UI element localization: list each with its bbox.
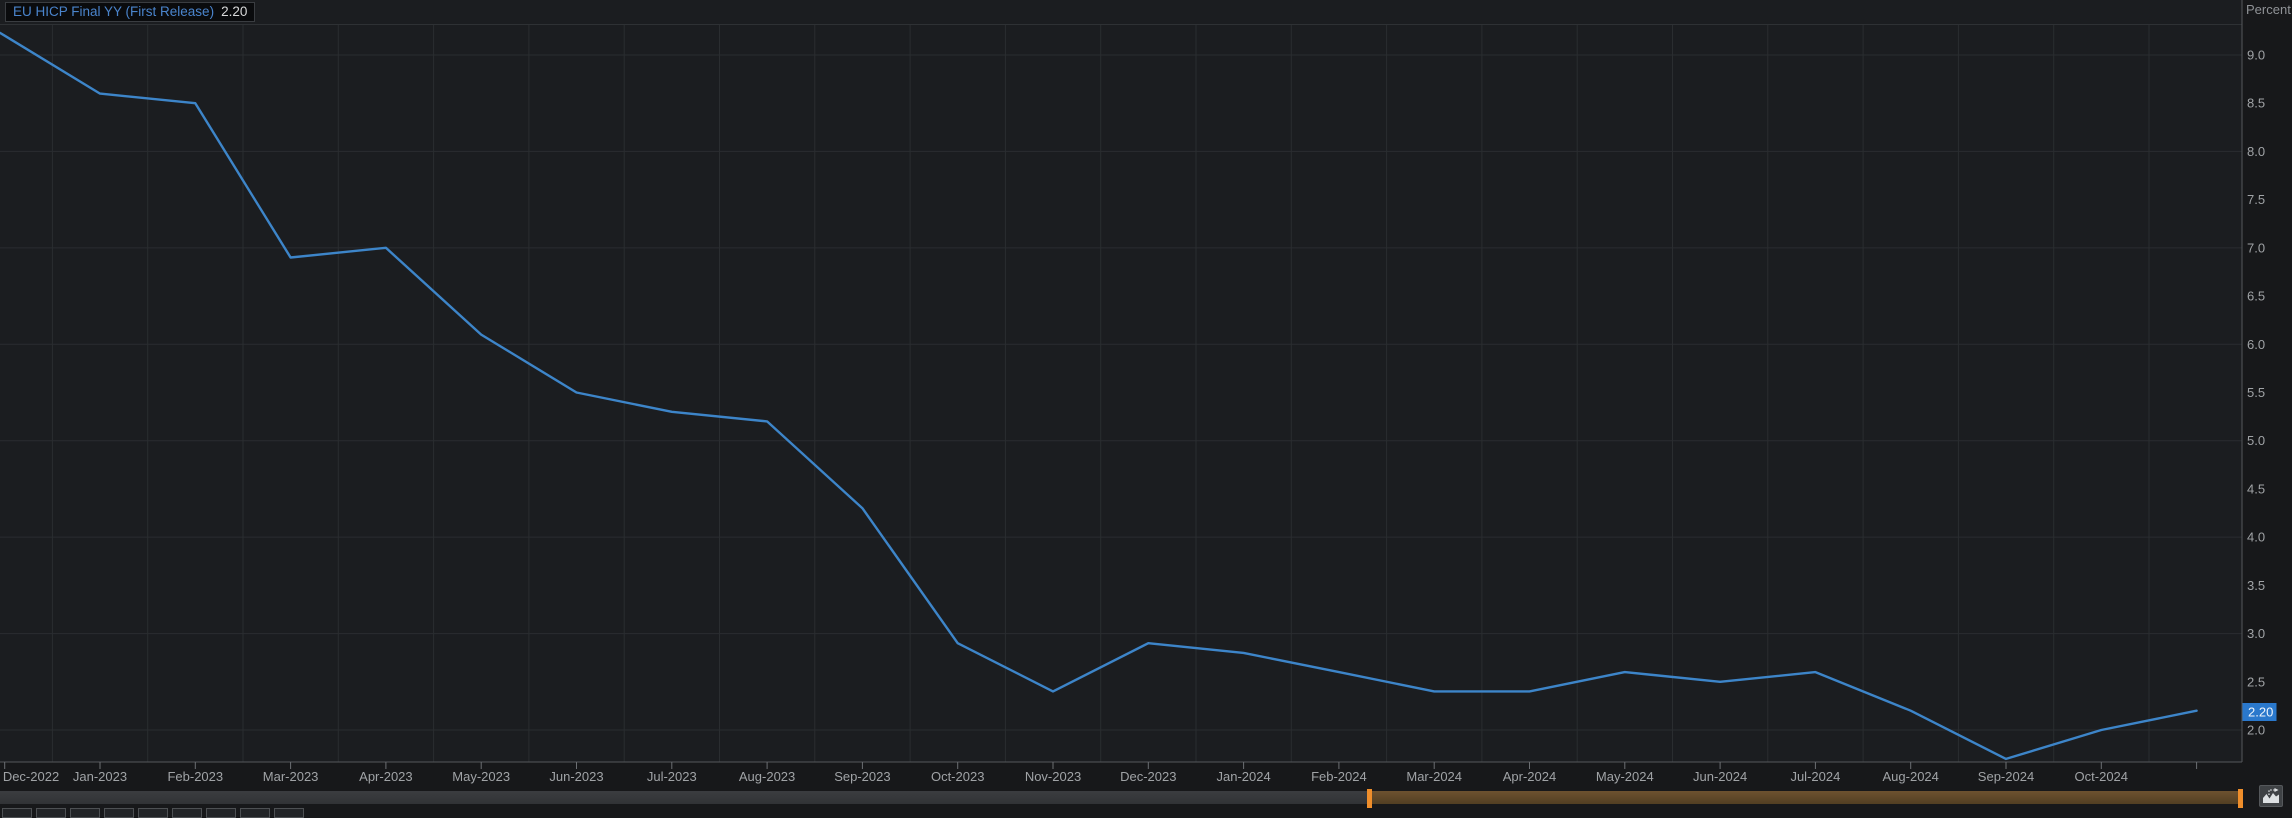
x-axis-label: Oct-2023 — [931, 769, 984, 784]
last-value-badge-label: 2.20 — [2248, 705, 2273, 720]
x-axis-label: Sep-2024 — [1978, 769, 2034, 784]
x-axis-label: Mar-2024 — [1406, 769, 1462, 784]
x-axis-label: Jul-2024 — [1790, 769, 1840, 784]
y-axis-label: 6.0 — [2247, 337, 2265, 352]
x-axis-label: Jun-2023 — [549, 769, 603, 784]
bottom-tab-stub[interactable] — [70, 808, 100, 818]
bottom-tab-stub[interactable] — [172, 808, 202, 818]
bottom-tab-stub[interactable] — [274, 808, 304, 818]
x-axis-label: Dec-2022 — [3, 769, 59, 784]
x-axis-label: Nov-2023 — [1025, 769, 1081, 784]
x-axis-label: Feb-2023 — [167, 769, 223, 784]
x-axis-label: May-2024 — [1596, 769, 1654, 784]
x-axis-label: Aug-2023 — [739, 769, 795, 784]
y-axis-label: 8.0 — [2247, 144, 2265, 159]
y-axis-label: 9.0 — [2247, 47, 2265, 62]
y-axis-label: 8.5 — [2247, 96, 2265, 111]
x-axis-label: Sep-2023 — [834, 769, 890, 784]
x-axis-label: Dec-2023 — [1120, 769, 1176, 784]
y-axis-label: 4.0 — [2247, 530, 2265, 545]
x-axis-label: Mar-2023 — [263, 769, 319, 784]
bottom-tab-stub[interactable] — [2, 808, 32, 818]
range-start-handle[interactable] — [1367, 789, 1372, 808]
y-axis-title: Percent — [2246, 2, 2291, 17]
x-axis-label: Apr-2023 — [359, 769, 412, 784]
y-axis-label: 7.0 — [2247, 240, 2265, 255]
series-legend[interactable]: EU HICP Final YY (First Release) 2.20 — [5, 2, 255, 22]
jump-to-latest-button[interactable] — [2259, 785, 2283, 807]
range-selected-region[interactable] — [1372, 791, 2238, 804]
bottom-tab-stub[interactable] — [138, 808, 168, 818]
y-axis-label: 3.0 — [2247, 626, 2265, 641]
x-axis-label: Oct-2024 — [2075, 769, 2128, 784]
x-axis-label: Aug-2024 — [1883, 769, 1939, 784]
x-axis-label: Jul-2023 — [647, 769, 697, 784]
y-axis-label: 3.5 — [2247, 578, 2265, 593]
x-axis-label: Jan-2023 — [73, 769, 127, 784]
y-axis-label: 4.5 — [2247, 481, 2265, 496]
series-legend-value: 2.20 — [221, 4, 247, 19]
bottom-tab-stub[interactable] — [104, 808, 134, 818]
x-axis-label: May-2023 — [452, 769, 510, 784]
x-axis-label: Apr-2024 — [1503, 769, 1556, 784]
range-selector-track[interactable] — [0, 791, 1367, 804]
y-axis-label: 5.0 — [2247, 433, 2265, 448]
x-axis-label: Jun-2024 — [1693, 769, 1747, 784]
chart-jump-to-latest-icon — [2262, 788, 2280, 804]
y-axis-label: 2.5 — [2247, 674, 2265, 689]
range-end-handle[interactable] — [2238, 789, 2243, 808]
x-axis-label: Feb-2024 — [1311, 769, 1367, 784]
series-legend-label: EU HICP Final YY (First Release) — [13, 4, 214, 19]
y-axis-label: 7.5 — [2247, 192, 2265, 207]
bottom-tab-stub[interactable] — [206, 808, 236, 818]
x-axis-label: Jan-2024 — [1216, 769, 1270, 784]
y-axis-label: 5.5 — [2247, 385, 2265, 400]
y-axis-label: 2.0 — [2247, 723, 2265, 738]
plot-area — [0, 0, 2242, 762]
y-axis-label: 6.5 — [2247, 289, 2265, 304]
bottom-tab-stub[interactable] — [240, 808, 270, 818]
chart-canvas[interactable]: Dec-2022 Jan-2023 Feb-2023 Mar-2023 Apr-2023… — [0, 0, 2292, 786]
bottom-tab-stub[interactable] — [36, 808, 66, 818]
